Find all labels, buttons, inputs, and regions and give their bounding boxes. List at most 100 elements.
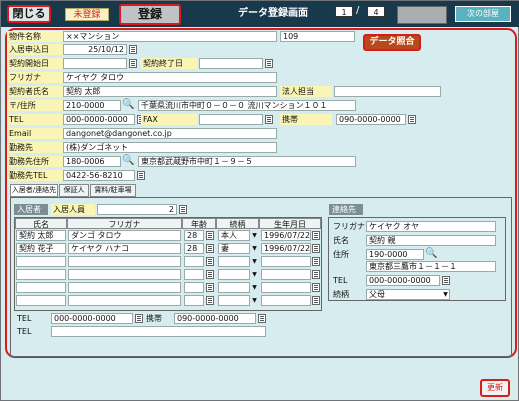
resident-name-field[interactable] — [16, 256, 66, 267]
keypad-icon[interactable] — [442, 276, 450, 285]
keypad-icon[interactable] — [206, 257, 214, 266]
contact-relation-select[interactable]: 父母 — [366, 289, 450, 300]
work-tel-field[interactable]: 0422-56-8210 — [63, 170, 135, 181]
resident-dob-field[interactable] — [261, 282, 311, 293]
keypad-icon[interactable] — [206, 283, 214, 292]
resident-tel2-field[interactable] — [51, 326, 266, 337]
chevron-down-icon[interactable]: ▼ — [442, 290, 449, 299]
chevron-down-icon[interactable]: ▼ — [251, 257, 258, 266]
search-icon[interactable]: 🔍 — [122, 99, 134, 111]
resident-dob-field[interactable] — [261, 256, 311, 267]
resident-dob-field[interactable] — [261, 295, 311, 306]
resident-tel-field[interactable]: 000-0000-0000 — [51, 313, 133, 324]
resident-name-field[interactable] — [16, 269, 66, 280]
keypad-icon[interactable] — [137, 171, 145, 180]
resident-age-field[interactable] — [184, 256, 204, 267]
keypad-icon[interactable] — [265, 115, 273, 124]
mobile-field[interactable]: 090-0000-0000 — [336, 114, 406, 125]
resident-name-field[interactable]: 契約 花子 — [16, 243, 66, 254]
work-address-field[interactable]: 東京都武蔵野市中町１－９－５ — [138, 156, 356, 167]
resident-relation-select[interactable]: 妻 — [218, 243, 250, 254]
calendar-icon[interactable] — [129, 45, 137, 54]
tab-rent-parking[interactable]: 賃料/駐車場 — [90, 184, 136, 197]
resident-age-field[interactable] — [184, 295, 204, 306]
update-button[interactable]: 更新 — [480, 379, 510, 397]
move-in-date-field[interactable]: 25/10/12 — [63, 44, 127, 55]
resident-kana-field[interactable]: ダンゴ タロウ — [68, 230, 181, 241]
contact-name-field[interactable]: 契約 親 — [366, 235, 496, 246]
chevron-down-icon[interactable]: ▼ — [251, 244, 258, 253]
resident-dob-field[interactable]: 1996/07/22 — [261, 230, 311, 241]
resident-name-field[interactable] — [16, 282, 66, 293]
chevron-down-icon[interactable]: ▼ — [251, 231, 258, 240]
register-button[interactable]: 登録 — [119, 4, 181, 25]
resident-age-field[interactable] — [184, 282, 204, 293]
resident-relation-select[interactable]: 本人 — [218, 230, 250, 241]
resident-age-field[interactable] — [184, 269, 204, 280]
resident-mobile-field[interactable]: 090-0000-0000 — [174, 313, 256, 324]
blank-button[interactable] — [397, 6, 447, 24]
contact-address-field[interactable]: 東京都三鷹市１－１－１ — [366, 261, 496, 272]
keypad-icon[interactable] — [206, 296, 214, 305]
keypad-icon[interactable] — [206, 244, 214, 253]
search-icon[interactable]: 🔍 — [122, 155, 134, 167]
resident-kana-field[interactable] — [68, 295, 181, 306]
zip-field[interactable]: 210-0000 — [63, 100, 121, 111]
chevron-down-icon[interactable]: ▼ — [251, 270, 258, 279]
chevron-down-icon[interactable]: ▼ — [251, 296, 258, 305]
room-number-field[interactable]: 109 — [280, 31, 355, 42]
contractor-name-field[interactable]: 契約 太郎 — [63, 86, 277, 97]
resident-relation-select[interactable] — [218, 282, 250, 293]
resident-relation-select[interactable] — [218, 269, 250, 280]
calendar-icon[interactable] — [265, 59, 273, 68]
keypad-icon[interactable] — [408, 115, 416, 124]
calendar-icon[interactable] — [312, 257, 320, 266]
fax-field[interactable] — [199, 114, 263, 125]
tab-guarantor[interactable]: 保証人 — [59, 184, 89, 197]
contact-tel-field[interactable]: 000-0000-0000 — [366, 275, 440, 286]
contract-start-field[interactable] — [63, 58, 127, 69]
keypad-icon[interactable] — [258, 314, 266, 323]
calendar-icon[interactable] — [312, 231, 320, 240]
resident-name-field[interactable] — [16, 295, 66, 306]
calendar-icon[interactable] — [312, 244, 320, 253]
resident-kana-field[interactable] — [68, 282, 181, 293]
tab-residents-contact[interactable]: 入居者/連絡先 — [10, 184, 58, 197]
search-icon[interactable]: 🔍 — [425, 248, 437, 260]
close-button[interactable]: 閉じる — [7, 5, 51, 23]
contact-zip-field[interactable]: 190-0000 — [366, 249, 424, 260]
furigana-field[interactable]: ケイヤク タロウ — [63, 72, 277, 83]
address-field[interactable]: 千葉県流川市中町０－０－０ 流川マンション１０１ — [138, 100, 356, 111]
calendar-icon[interactable] — [312, 283, 320, 292]
calendar-icon[interactable] — [129, 59, 137, 68]
email-field[interactable]: dangonet@dangonet.co.jp — [63, 128, 277, 139]
calendar-icon[interactable] — [312, 296, 320, 305]
workplace-field[interactable]: (株)ダンゴネット — [63, 142, 277, 153]
resident-age-field[interactable]: 28 — [184, 243, 204, 254]
tel-field[interactable]: 000-0000-0000 — [63, 114, 135, 125]
resident-count-field[interactable]: 2 — [97, 204, 177, 215]
next-room-button[interactable]: 次の部屋 — [455, 6, 511, 22]
resident-age-field[interactable]: 28 — [184, 230, 204, 241]
keypad-icon[interactable] — [206, 231, 214, 240]
keypad-icon[interactable] — [206, 270, 214, 279]
calendar-icon[interactable] — [312, 270, 320, 279]
data-check-button[interactable]: データ照合 — [363, 34, 421, 51]
resident-kana-field[interactable] — [68, 269, 181, 280]
resident-dob-field[interactable] — [261, 269, 311, 280]
chevron-down-icon[interactable]: ▼ — [251, 283, 258, 292]
keypad-icon[interactable] — [179, 205, 187, 214]
property-name-field[interactable]: ××マンション — [63, 31, 277, 42]
resident-relation-select[interactable] — [218, 295, 250, 306]
keypad-icon[interactable] — [135, 314, 143, 323]
resident-dob-field[interactable]: 1996/07/22 — [261, 243, 311, 254]
resident-relation-select[interactable] — [218, 256, 250, 267]
contract-end-field[interactable] — [199, 58, 263, 69]
page-current-field[interactable]: 1 — [335, 6, 353, 17]
work-zip-field[interactable]: 180-0006 — [63, 156, 121, 167]
corporate-contact-field[interactable] — [334, 86, 441, 97]
resident-kana-field[interactable]: ケイヤク ハナコ — [68, 243, 181, 254]
resident-name-field[interactable]: 契約 太郎 — [16, 230, 66, 241]
resident-kana-field[interactable] — [68, 256, 181, 267]
contact-kana-field[interactable]: ケイヤク オヤ — [366, 221, 496, 232]
